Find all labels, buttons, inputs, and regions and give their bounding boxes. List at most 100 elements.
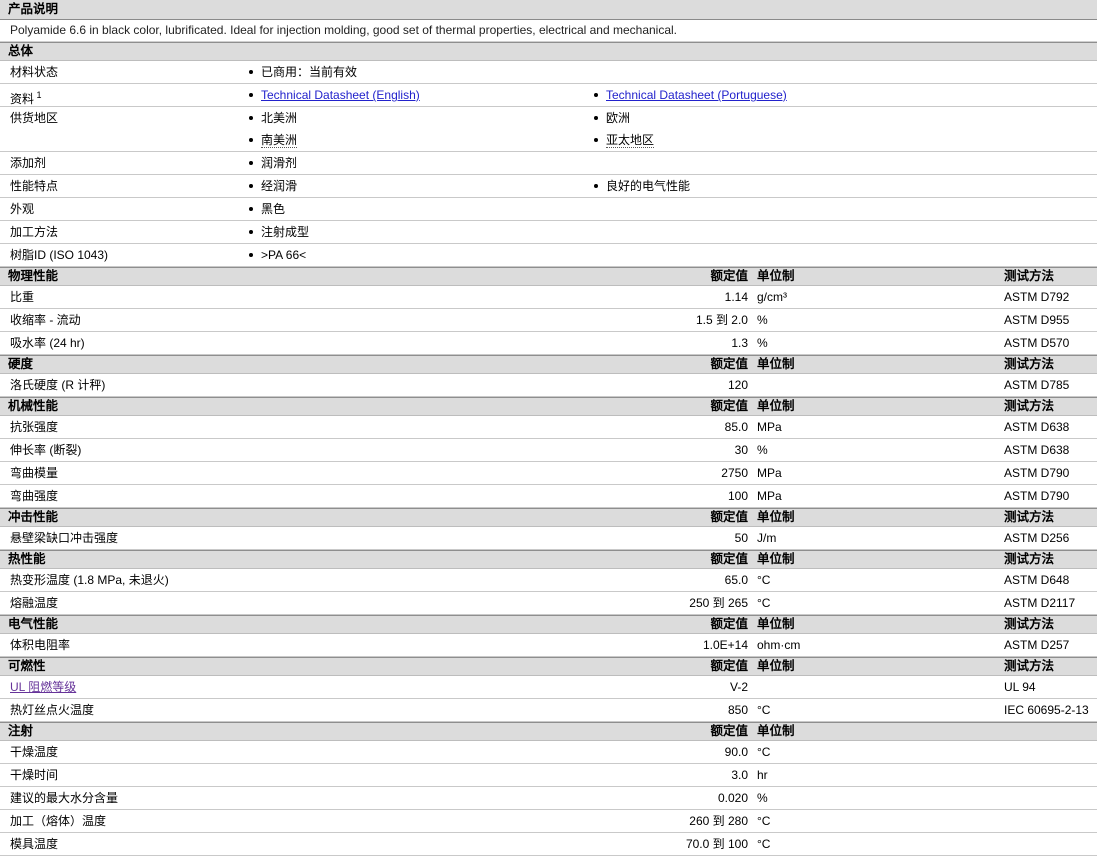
property-value: 90.0	[724, 745, 748, 759]
bullet-column-2	[593, 152, 1097, 174]
bullet-column-1: 已商用：当前有效	[248, 61, 593, 83]
bullet-column-1: 黑色	[248, 198, 593, 220]
property-value: 1.14	[724, 290, 748, 304]
column-header-value: 额定值	[710, 399, 748, 413]
property-unit: %	[757, 336, 768, 350]
property-value: 260 到 280	[689, 814, 748, 828]
property-label: 加工（熔体）温度	[10, 814, 107, 828]
property-label: 收缩率 - 流动	[10, 313, 81, 327]
property-label: 热灯丝点火温度	[10, 703, 95, 717]
property-label: 吸水率 (24 hr)	[10, 336, 85, 350]
property-unit: MPa	[757, 420, 782, 434]
general-row: 材料状态 已商用：当前有效	[0, 61, 1097, 84]
property-label: 添加剂	[10, 156, 47, 170]
property-label: 干燥时间	[10, 768, 59, 782]
property-row: 吸水率 (24 hr) 1.3% ASTM D570	[0, 332, 1097, 355]
property-unit: MPa	[757, 466, 782, 480]
section-header: 电气性能 额定值 单位制 测试方法	[0, 615, 1097, 634]
section-header: 冲击性能 额定值 单位制 测试方法	[0, 508, 1097, 527]
column-header-unit: 单位制	[757, 552, 795, 566]
general-row: 性能特点 经润滑 良好的电气性能	[0, 175, 1097, 198]
property-row: 弯曲强度 100 MPa ASTM D790	[0, 485, 1097, 508]
bullet-item[interactable]: Technical Datasheet (English)	[248, 84, 593, 106]
property-value: 850	[727, 703, 748, 717]
section-header: 机械性能 额定值 单位制 测试方法	[0, 397, 1097, 416]
test-method: ASTM D792	[1004, 290, 1070, 304]
property-label: 性能特点	[10, 179, 59, 193]
test-method: ASTM D570	[1004, 336, 1070, 350]
property-row: UL 阻燃等级 V-2 UL 94	[0, 676, 1097, 699]
general-row: 供货地区 北美洲 南美洲 欧洲 亚太地区	[0, 107, 1097, 152]
page-title-bar: 产品说明	[0, 0, 1097, 20]
bullet-column-1: 经润滑	[248, 175, 593, 197]
column-header-unit: 单位制	[757, 510, 795, 524]
bullet-icon	[249, 207, 253, 211]
bullet-icon	[594, 184, 598, 188]
property-value: 65.0	[724, 573, 748, 587]
datasheet-link[interactable]: Technical Datasheet (English)	[261, 88, 420, 102]
bullet-icon	[249, 116, 253, 120]
property-label: 供货地区	[10, 111, 59, 125]
test-method: ASTM D790	[1004, 489, 1070, 503]
test-method: ASTM D2117	[1004, 596, 1076, 610]
property-row: 加工（熔体）温度 260 到 280 °C	[0, 810, 1097, 833]
property-label: 材料状态	[10, 65, 59, 79]
bullet-text: 北美洲	[261, 111, 298, 125]
property-unit: %	[757, 443, 768, 457]
property-value: 0.020	[717, 791, 748, 805]
column-header-test: 测试方法	[1004, 659, 1055, 673]
section-title: 冲击性能	[8, 510, 59, 524]
test-method: ASTM D638	[1004, 420, 1070, 434]
bullet-column-2: 良好的电气性能	[593, 175, 1097, 197]
section-title: 机械性能	[8, 399, 59, 413]
bullet-text: 欧洲	[606, 111, 631, 125]
column-header-value: 额定值	[710, 617, 748, 631]
general-row: 外观 黑色	[0, 198, 1097, 221]
bullet-icon	[594, 93, 598, 97]
bullet-item[interactable]: Technical Datasheet (Portuguese)	[593, 84, 1097, 106]
property-unit: ohm·cm	[757, 638, 801, 652]
bullet-column-2	[593, 198, 1097, 220]
general-row: 树脂ID (ISO 1043) >PA 66<	[0, 244, 1097, 267]
property-label: 加工方法	[10, 225, 59, 239]
bullet-icon	[594, 138, 598, 142]
property-row: 抗张强度 85.0 MPa ASTM D638	[0, 416, 1097, 439]
property-value: V-2	[729, 680, 748, 694]
bullet-item: 北美洲	[248, 107, 593, 129]
column-header-test: 测试方法	[1004, 552, 1055, 566]
section-header: 注射 额定值 单位制	[0, 722, 1097, 741]
section-header: 热性能 额定值 单位制 测试方法	[0, 550, 1097, 569]
property-label: 抗张强度	[10, 420, 59, 434]
bullet-icon	[249, 138, 253, 142]
test-method: ASTM D256	[1004, 531, 1070, 545]
property-label: 热变形温度 (1.8 MPa, 未退火)	[10, 573, 169, 587]
bullet-column-1: >PA 66<	[248, 244, 593, 266]
property-label: 外观	[10, 202, 35, 216]
column-header-value: 额定值	[710, 357, 748, 371]
property-unit: °C	[757, 745, 771, 759]
property-unit: °C	[757, 596, 771, 610]
section-header-general: 总体	[0, 42, 1097, 61]
bullet-item: 欧洲	[593, 107, 1097, 129]
bullet-icon	[249, 253, 253, 257]
property-row: 热灯丝点火温度 850 °C IEC 60695-2-13	[0, 699, 1097, 722]
bullet-column-1: 注射成型	[248, 221, 593, 243]
bullet-item: 经润滑	[248, 175, 593, 197]
bullet-column-1: 润滑剂	[248, 152, 593, 174]
property-value: 85.0	[724, 420, 748, 434]
property-value: 1.3	[731, 336, 748, 350]
property-row: 干燥温度 90.0 °C	[0, 741, 1097, 764]
section-header: 硬度 额定值 单位制 测试方法	[0, 355, 1097, 374]
bullet-item: 润滑剂	[248, 152, 593, 174]
property-value: 1.0E+14	[702, 638, 748, 652]
datasheet-link[interactable]: Technical Datasheet (Portuguese)	[606, 88, 787, 102]
bullet-icon	[249, 70, 253, 74]
property-row: 伸长率 (断裂) 30% ASTM D638	[0, 439, 1097, 462]
bullet-icon	[249, 230, 253, 234]
property-label: 干燥温度	[10, 745, 59, 759]
ul-flame-rating-link[interactable]: UL 阻燃等级	[10, 676, 76, 698]
property-label: 模具温度	[10, 837, 59, 851]
property-label: 悬壁梁缺口冲击强度	[10, 531, 119, 545]
test-method: ASTM D648	[1004, 573, 1070, 587]
property-unit: g/cm³	[757, 290, 787, 304]
